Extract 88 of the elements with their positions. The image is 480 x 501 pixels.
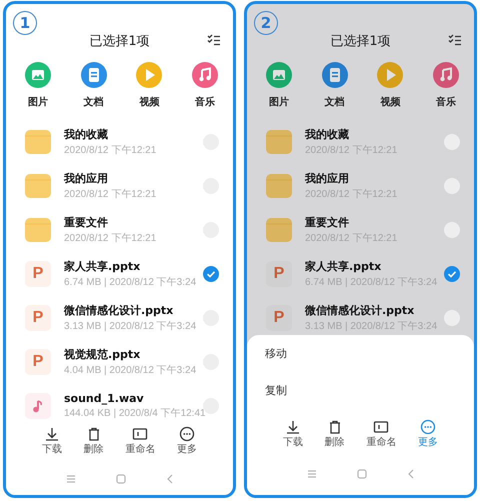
file-details: 2020/8/12 下午12:21 <box>64 232 156 245</box>
checkbox[interactable] <box>444 310 460 326</box>
category-button[interactable]: 图片 <box>18 62 58 114</box>
file-row[interactable]: P 视觉规范.pptx 4.04 MB | 2020/8/12 下午3:24 <box>6 340 233 384</box>
music-note-icon <box>432 62 459 88</box>
file-details: 2020/8/12 下午12:21 <box>64 144 156 157</box>
file-name: 微信情感化设计.pptx <box>305 303 416 318</box>
more-icon <box>178 426 195 442</box>
file-details: 6.74 MB | 2020/8/12 下午3:24 <box>64 276 196 289</box>
toolbar-button[interactable]: 删除 <box>84 426 104 455</box>
download-icon <box>285 419 301 435</box>
file-name: 重要文件 <box>64 215 109 230</box>
file-row[interactable]: P 家人共享.pptx 6.74 MB | 2020/8/12 下午3:24 <box>6 252 233 296</box>
screen-title: 已选择1项 <box>89 34 150 50</box>
category-button[interactable]: 音乐 <box>184 62 225 114</box>
toolbar-button[interactable]: 下载 <box>283 419 303 448</box>
presentation-icon: P <box>25 305 51 331</box>
category-button[interactable]: 视频 <box>370 62 410 114</box>
file-row[interactable]: sound_1.wav 144.04 KB | 2020/8/4 下午12:41 <box>6 384 233 426</box>
file-details: 2020/8/12 下午12:21 <box>64 188 156 201</box>
back-icon[interactable] <box>166 474 173 484</box>
file-name: 我的应用 <box>305 171 350 186</box>
toolbar-button[interactable]: 删除 <box>324 419 345 448</box>
download-icon <box>44 426 60 442</box>
presentation-icon: P <box>266 261 292 287</box>
step-number: 1 <box>13 11 37 35</box>
music-note-icon <box>192 62 218 88</box>
checkbox[interactable] <box>444 178 460 194</box>
rename-icon <box>132 426 148 442</box>
menu-item[interactable]: 复制 <box>247 372 474 409</box>
category-button[interactable]: 图片 <box>259 62 299 114</box>
file-name: 我的收藏 <box>305 127 350 142</box>
file-name: 微信情感化设计.pptx <box>64 303 174 318</box>
file-row[interactable]: P 微信情感化设计.pptx 3.13 MB | 2020/8/12 下午3:24 <box>6 296 233 340</box>
folder-icon <box>266 174 292 198</box>
home-icon[interactable] <box>357 468 368 478</box>
file-name: 视觉规范.pptx <box>64 347 142 362</box>
menu-item[interactable]: 移动 <box>247 335 474 372</box>
folder-icon <box>266 130 292 154</box>
folder-icon <box>25 218 51 242</box>
file-row[interactable]: 我的收藏 2020/8/12 下午12:21 <box>6 120 233 164</box>
screen-title: 已选择1项 <box>330 34 391 50</box>
checkbox[interactable] <box>444 134 460 150</box>
file-name: 我的应用 <box>64 171 109 186</box>
back-icon[interactable] <box>408 468 414 478</box>
checklist-icon[interactable] <box>207 34 221 46</box>
toolbar-button[interactable]: 重命名 <box>366 419 396 448</box>
file-name: 我的收藏 <box>64 127 109 142</box>
file-row[interactable]: 我的应用 2020/8/12 下午12:21 <box>6 164 233 208</box>
file-name: 家人共享.pptx <box>64 259 142 274</box>
category-button[interactable]: 音乐 <box>426 62 466 114</box>
folder-icon <box>266 218 292 242</box>
folder-icon <box>25 130 51 154</box>
toolbar-button[interactable]: 下载 <box>42 426 62 455</box>
image-icon <box>266 62 292 88</box>
file-name: 家人共享.pptx <box>305 259 382 274</box>
toolbar-button[interactable]: 更多 <box>418 419 438 448</box>
image-icon <box>25 62 51 88</box>
file-details: 3.13 MB | 2020/8/12 下午3:24 <box>64 320 196 333</box>
file-name: 重要文件 <box>305 215 350 230</box>
more-icon <box>420 419 436 435</box>
document-icon <box>80 62 107 88</box>
file-details: 144.04 KB | 2020/8/4 下午12:41 <box>64 407 206 420</box>
audio-file-icon <box>25 393 51 419</box>
play-icon <box>136 62 162 88</box>
rename-icon <box>373 419 390 435</box>
file-details: 4.04 MB | 2020/8/12 下午3:24 <box>64 364 196 377</box>
checkbox[interactable] <box>203 266 219 282</box>
menu-icon[interactable] <box>307 470 318 478</box>
home-icon[interactable] <box>116 474 126 484</box>
play-icon <box>377 62 404 88</box>
category-button[interactable]: 文档 <box>74 62 114 114</box>
presentation-icon: P <box>25 349 51 375</box>
category-button[interactable]: 文档 <box>314 62 355 114</box>
file-row[interactable]: 重要文件 2020/8/12 下午12:21 <box>6 208 233 252</box>
document-icon <box>322 62 348 88</box>
checkbox[interactable] <box>444 222 460 238</box>
presentation-icon: P <box>25 261 51 287</box>
toolbar-button[interactable]: 重命名 <box>125 426 156 455</box>
presentation-icon: P <box>266 305 292 331</box>
checklist-icon[interactable] <box>448 34 462 46</box>
menu-icon[interactable] <box>66 474 76 482</box>
checkbox[interactable] <box>444 266 460 282</box>
file-name: sound_1.wav <box>64 392 145 405</box>
category-button[interactable]: 视频 <box>129 62 170 114</box>
step-number: 2 <box>254 11 278 35</box>
folder-icon <box>25 174 51 198</box>
toolbar-button[interactable]: 更多 <box>176 426 197 455</box>
